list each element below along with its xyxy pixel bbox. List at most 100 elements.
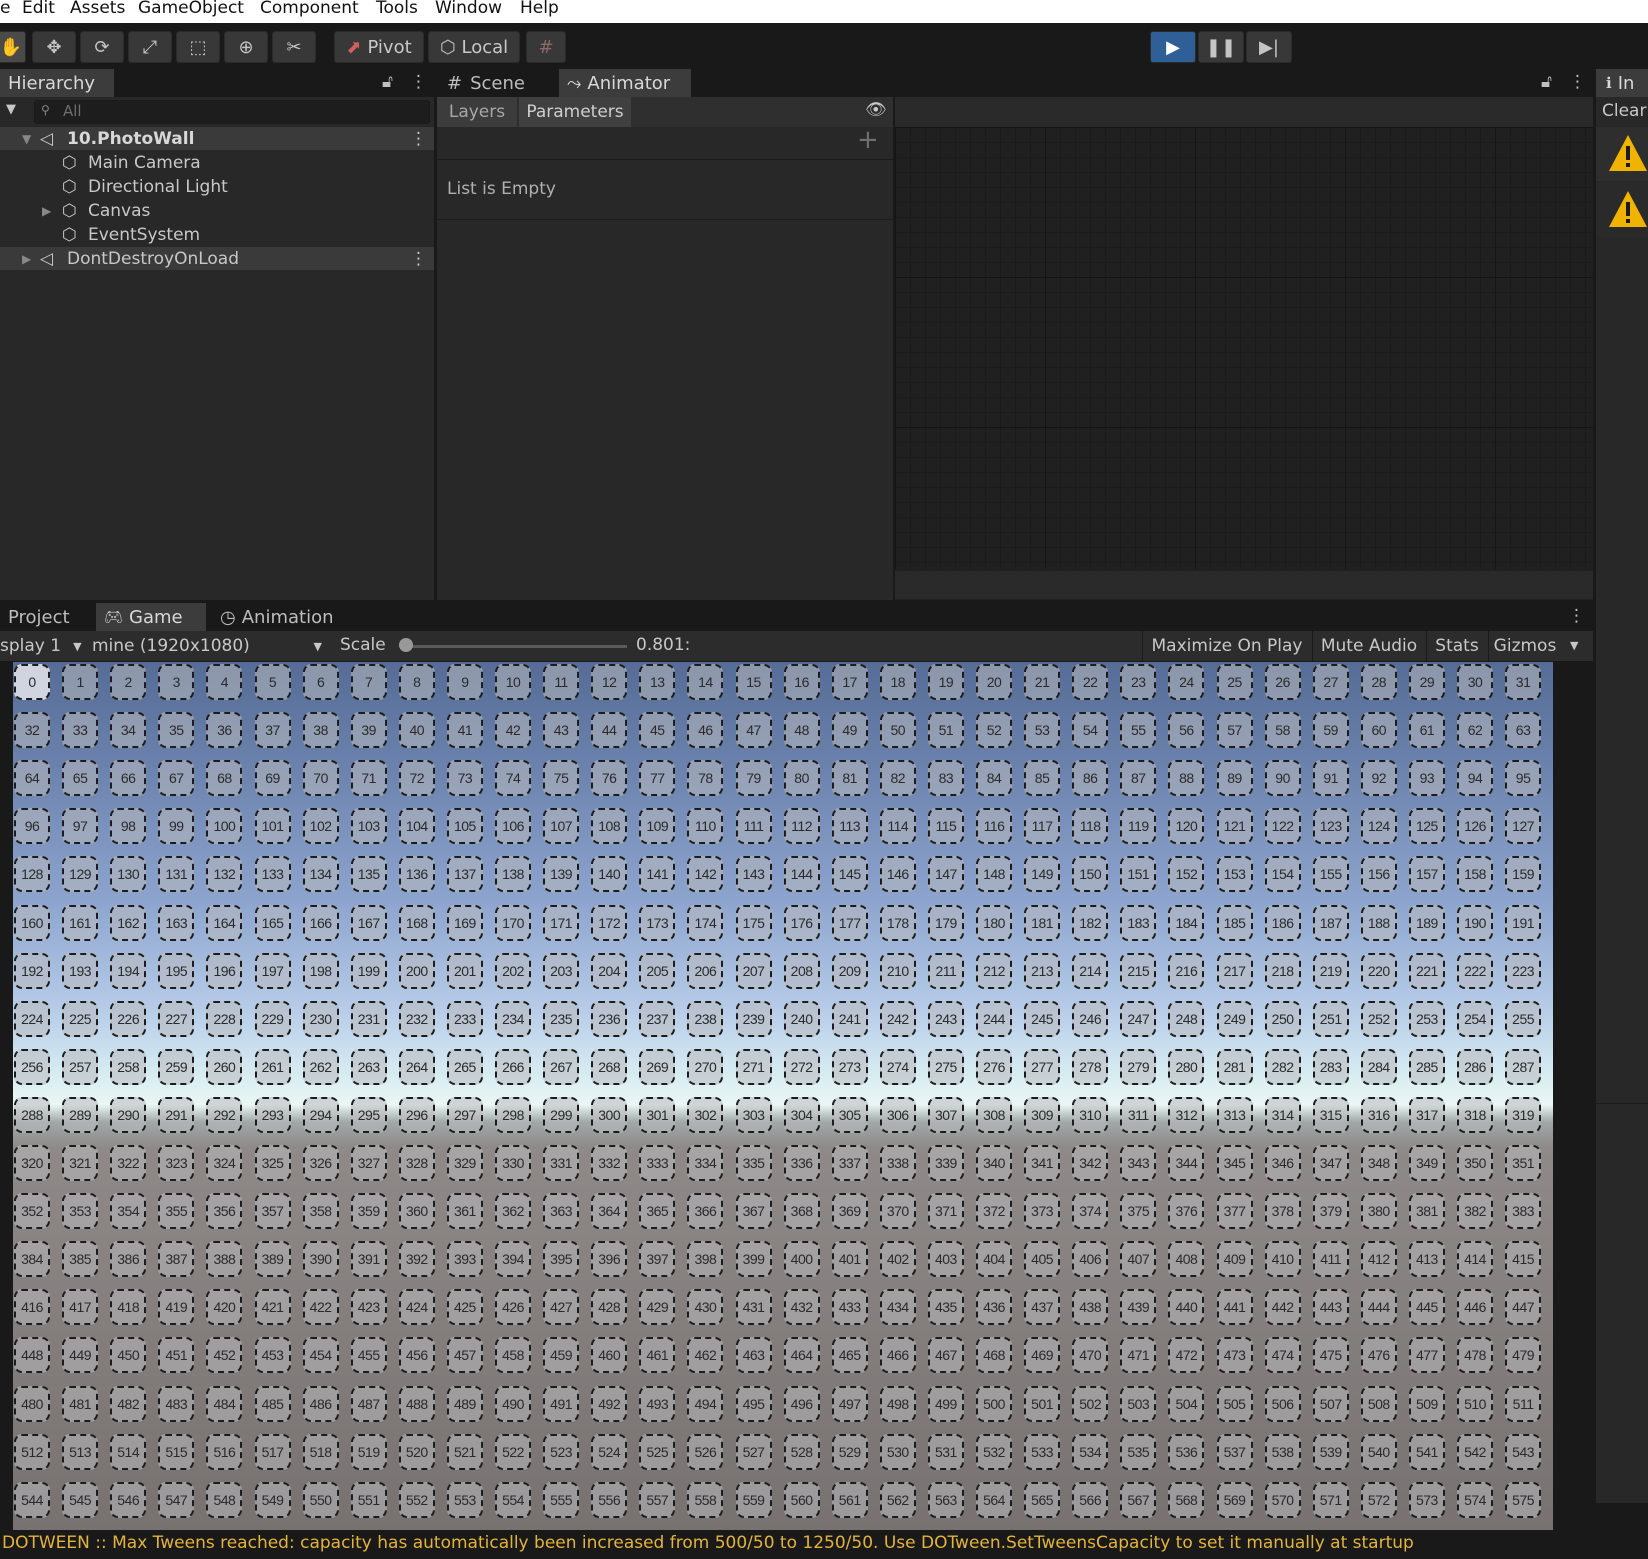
photo-cell[interactable]: 531 <box>927 1433 964 1470</box>
photo-cell[interactable]: 375 <box>1120 1193 1157 1230</box>
photo-cell[interactable]: 8 <box>398 664 435 700</box>
photo-cell[interactable]: 574 <box>1457 1481 1493 1518</box>
photo-cell[interactable]: 115 <box>927 808 964 845</box>
photo-cell[interactable]: 527 <box>735 1433 772 1470</box>
photo-cell[interactable]: 48 <box>783 712 820 749</box>
photo-cell[interactable]: 510 <box>1457 1385 1493 1422</box>
photo-cell[interactable]: 102 <box>302 808 339 845</box>
photo-cell[interactable]: 459 <box>543 1337 580 1374</box>
transform-tool-button[interactable]: ⊕ <box>224 31 268 63</box>
photo-cell[interactable]: 533 <box>1024 1433 1061 1470</box>
photo-cell[interactable]: 395 <box>543 1241 580 1278</box>
photo-cell[interactable]: 313 <box>1216 1096 1253 1133</box>
photo-cell[interactable]: 121 <box>1216 808 1253 845</box>
photo-cell[interactable]: 423 <box>350 1289 387 1326</box>
photo-cell[interactable]: 561 <box>831 1481 868 1518</box>
photo-cell[interactable]: 38 <box>302 712 339 749</box>
photo-cell[interactable]: 155 <box>1312 856 1349 893</box>
photo-cell[interactable]: 552 <box>398 1481 435 1518</box>
photo-cell[interactable]: 307 <box>927 1096 964 1133</box>
photo-cell[interactable]: 149 <box>1024 856 1061 893</box>
photo-cell[interactable]: 539 <box>1312 1433 1349 1470</box>
photo-cell[interactable]: 316 <box>1360 1096 1397 1133</box>
photo-cell[interactable]: 566 <box>1072 1481 1109 1518</box>
photo-cell[interactable]: 563 <box>927 1481 964 1518</box>
photo-cell[interactable]: 340 <box>976 1145 1012 1181</box>
photo-cell[interactable]: 261 <box>254 1048 291 1085</box>
photo-cell[interactable]: 287 <box>1505 1048 1542 1085</box>
photo-cell[interactable]: 478 <box>1457 1337 1493 1374</box>
photo-cell[interactable]: 297 <box>446 1096 483 1133</box>
photo-cell[interactable]: 224 <box>14 1000 50 1037</box>
hierarchy-item-scene-photowall[interactable]: ▼ ◁ 10.PhotoWall ⋮ <box>0 127 434 150</box>
photo-cell[interactable]: 260 <box>206 1048 243 1085</box>
photo-cell[interactable]: 338 <box>879 1145 916 1181</box>
photo-cell[interactable]: 502 <box>1072 1385 1109 1422</box>
photo-cell[interactable]: 162 <box>110 904 147 941</box>
photo-cell[interactable]: 85 <box>1024 760 1061 797</box>
photo-cell[interactable]: 317 <box>1408 1096 1445 1133</box>
photo-cell[interactable]: 394 <box>495 1241 531 1278</box>
photo-cell[interactable]: 386 <box>110 1241 147 1278</box>
photo-cell[interactable]: 437 <box>1024 1289 1061 1326</box>
photo-cell[interactable]: 137 <box>446 856 483 893</box>
photo-cell[interactable]: 263 <box>350 1048 387 1085</box>
photo-cell[interactable]: 161 <box>62 904 99 941</box>
photo-cell[interactable]: 416 <box>14 1289 50 1326</box>
photo-cell[interactable]: 289 <box>62 1096 99 1133</box>
photo-cell[interactable]: 456 <box>398 1337 435 1374</box>
photo-cell[interactable]: 497 <box>831 1385 868 1422</box>
photo-cell[interactable]: 286 <box>1457 1048 1493 1085</box>
photo-cell[interactable]: 42 <box>495 712 531 749</box>
photo-cell[interactable]: 5 <box>254 664 291 700</box>
photo-cell[interactable]: 94 <box>1457 760 1493 797</box>
photo-cell[interactable]: 169 <box>446 904 483 941</box>
photo-cell[interactable]: 372 <box>976 1193 1012 1230</box>
photo-cell[interactable]: 193 <box>62 952 99 989</box>
photo-cell[interactable]: 221 <box>1408 952 1445 989</box>
photo-cell[interactable]: 133 <box>254 856 291 893</box>
photo-cell[interactable]: 202 <box>495 952 531 989</box>
photo-cell[interactable]: 41 <box>446 712 483 749</box>
photo-cell[interactable]: 537 <box>1216 1433 1253 1470</box>
photo-cell[interactable]: 148 <box>976 856 1012 893</box>
photo-cell[interactable]: 275 <box>927 1048 964 1085</box>
photo-cell[interactable]: 425 <box>446 1289 483 1326</box>
photo-cell[interactable]: 349 <box>1408 1145 1445 1181</box>
console-entry[interactable] <box>1596 127 1648 181</box>
photo-cell[interactable]: 145 <box>831 856 868 893</box>
photo-cell[interactable]: 475 <box>1312 1337 1349 1374</box>
photo-cell[interactable]: 507 <box>1312 1385 1349 1422</box>
photo-cell[interactable]: 319 <box>1505 1096 1542 1133</box>
photo-cell[interactable]: 136 <box>398 856 435 893</box>
photo-cell[interactable]: 299 <box>543 1096 580 1133</box>
lock-icon[interactable]: 🔓︎ <box>382 72 393 92</box>
photo-cell[interactable]: 180 <box>976 904 1012 941</box>
photo-cell[interactable]: 347 <box>1312 1145 1349 1181</box>
photo-cell[interactable]: 380 <box>1360 1193 1397 1230</box>
photo-cell[interactable]: 13 <box>639 664 676 700</box>
photo-cell[interactable]: 113 <box>831 808 868 845</box>
photo-cell[interactable]: 342 <box>1072 1145 1109 1181</box>
photo-cell[interactable]: 282 <box>1264 1048 1301 1085</box>
photo-cell[interactable]: 152 <box>1168 856 1205 893</box>
photo-cell[interactable]: 238 <box>687 1000 724 1037</box>
photo-cell[interactable]: 435 <box>927 1289 964 1326</box>
animator-grid[interactable] <box>895 127 1593 569</box>
photo-cell[interactable]: 368 <box>783 1193 820 1230</box>
photo-cell[interactable]: 464 <box>783 1337 820 1374</box>
photo-cell[interactable]: 18 <box>879 664 916 700</box>
photo-cell[interactable]: 524 <box>591 1433 628 1470</box>
photo-cell[interactable]: 364 <box>591 1193 628 1230</box>
photo-cell[interactable]: 329 <box>446 1145 483 1181</box>
photo-cell[interactable]: 472 <box>1168 1337 1205 1374</box>
photo-cell[interactable]: 63 <box>1505 712 1542 749</box>
photo-cell[interactable]: 7 <box>350 664 387 700</box>
photo-cell[interactable]: 10 <box>495 664 531 700</box>
photo-cell[interactable]: 318 <box>1457 1096 1493 1133</box>
photo-cell[interactable]: 165 <box>254 904 291 941</box>
photo-cell[interactable]: 355 <box>158 1193 195 1230</box>
photo-cell[interactable]: 545 <box>62 1481 99 1518</box>
photo-cell[interactable]: 496 <box>783 1385 820 1422</box>
photo-cell[interactable]: 197 <box>254 952 291 989</box>
